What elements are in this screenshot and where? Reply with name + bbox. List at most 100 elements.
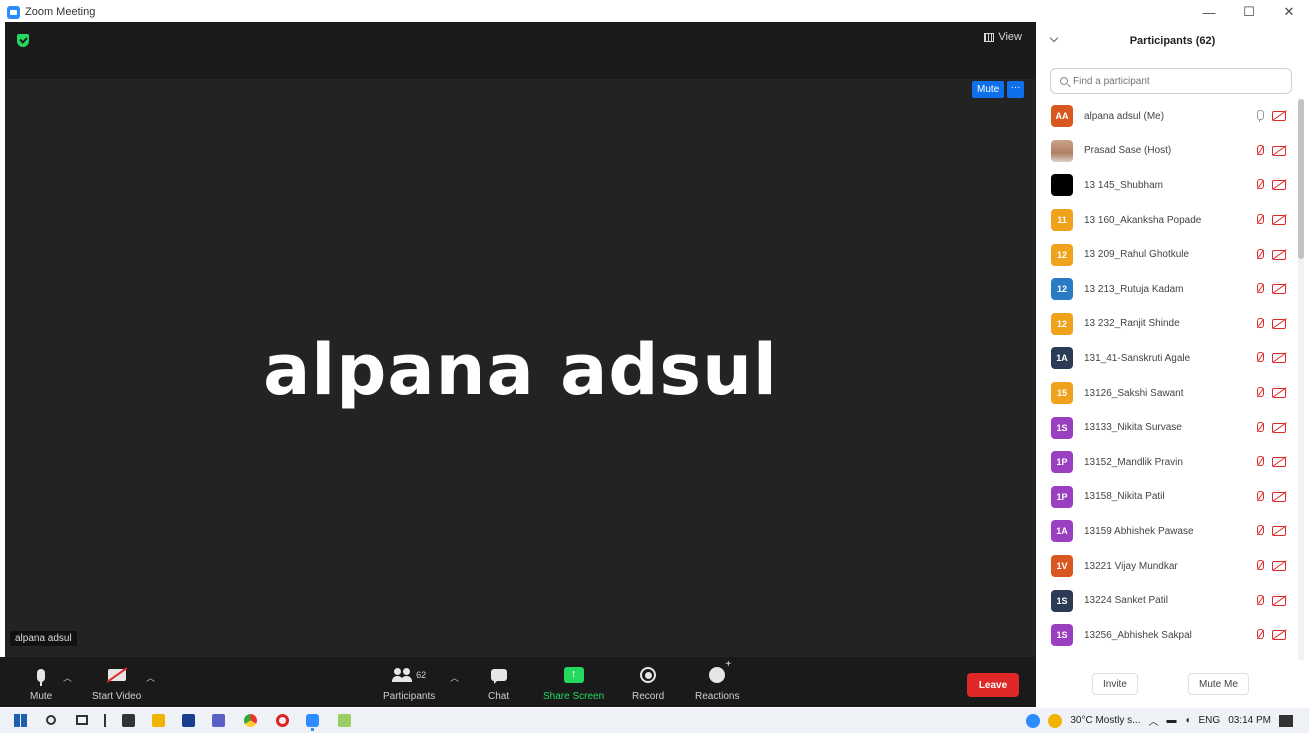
participant-row[interactable]: 12 13 213_Rutuja Kadam (1036, 272, 1298, 307)
chat-button[interactable]: Chat (488, 663, 509, 702)
weather-text[interactable]: 30°C Mostly s... (1070, 715, 1140, 726)
panel-header: Participants (62) (1036, 22, 1309, 62)
avatar (1051, 174, 1073, 197)
video-off-icon (1272, 111, 1286, 122)
mute-me-button[interactable]: Mute Me (1188, 673, 1249, 695)
participant-row[interactable]: 1A 131_41-Sanskruti Agale (1036, 341, 1298, 376)
participant-row[interactable]: 1P 13152_Mandlik Pravin (1036, 445, 1298, 480)
tray-overflow-icon[interactable]: ︿ (1148, 713, 1158, 728)
volume-icon[interactable]: ◖ (1184, 715, 1190, 726)
video-off-icon (1272, 526, 1286, 537)
microphone-muted-icon (1256, 629, 1264, 641)
view-button[interactable]: View (984, 31, 1022, 43)
participant-row[interactable]: AA alpana adsul (Me) (1036, 99, 1298, 134)
zoom-taskbar-icon[interactable] (306, 714, 319, 727)
participants-icon (392, 668, 412, 682)
zoom-app-icon (7, 5, 20, 19)
windows-start-icon[interactable] (14, 714, 27, 727)
tile-mute-button[interactable]: Mute (972, 81, 1005, 98)
shield-icon[interactable] (17, 34, 29, 47)
participant-row[interactable]: 1S 13133_Nikita Survase (1036, 410, 1298, 445)
dropbox-icon[interactable] (182, 714, 195, 727)
grid-view-icon (984, 32, 995, 42)
language-indicator[interactable]: ENG (1199, 715, 1221, 726)
video-off-icon (1272, 561, 1286, 572)
start-video-label: Start Video (92, 691, 142, 702)
maximize-button[interactable]: ☐ (1229, 0, 1269, 24)
speaker-name-tag: alpana adsul (10, 631, 77, 646)
start-video-button[interactable]: Start Video (92, 663, 141, 702)
search-icon[interactable] (46, 715, 56, 725)
video-off-icon (1272, 388, 1286, 399)
avatar: 1P (1051, 451, 1073, 474)
share-screen-icon: ↑ (563, 667, 584, 683)
clock[interactable]: 03:14 PM (1228, 715, 1271, 726)
reactions-label: Reactions (695, 691, 740, 702)
participant-list-scrollbar[interactable] (1298, 99, 1304, 660)
network-icon[interactable]: ▬ (1166, 715, 1176, 726)
file-explorer-icon[interactable] (152, 714, 165, 727)
participant-search-input[interactable] (1073, 75, 1273, 87)
video-off-icon (1272, 595, 1286, 606)
help-icon[interactable] (1026, 713, 1041, 728)
participant-row[interactable]: 1P 13158_Nikita Patil (1036, 480, 1298, 515)
participant-row[interactable]: 12 13 209_Rahul Ghotkule (1036, 237, 1298, 272)
task-view-icon[interactable] (76, 715, 88, 725)
participants-button[interactable]: 62 Participants (383, 663, 435, 702)
participants-count: 62 (416, 670, 427, 680)
participant-row[interactable]: 12 13 232_Ranjit Shinde (1036, 307, 1298, 342)
microphone-icon (1256, 110, 1264, 123)
participant-name: 13 209_Rahul Ghotkule (1084, 249, 1190, 261)
microphone-muted-icon (1256, 387, 1264, 399)
weather-icon[interactable] (1048, 713, 1063, 728)
participant-row[interactable]: 11 13 160_Akanksha Popade (1036, 203, 1298, 238)
minimize-button[interactable]: — (1189, 0, 1229, 24)
avatar: 11 (1051, 209, 1073, 232)
participants-label: Participants (383, 691, 436, 702)
search-icon (1060, 77, 1068, 85)
chrome-icon[interactable] (244, 714, 257, 727)
microphone-icon (37, 668, 46, 686)
participant-name: 13133_Nikita Survase (1084, 422, 1182, 434)
participant-name: 13221 Vijay Mundkar (1084, 560, 1178, 572)
app-icon[interactable] (338, 714, 351, 727)
scrollbar-thumb[interactable] (1298, 99, 1304, 259)
share-screen-button[interactable]: ↑ Share Screen (543, 663, 604, 702)
reactions-button[interactable]: Reactions (695, 659, 740, 702)
participant-row[interactable]: Prasad Sase (Host) (1036, 134, 1298, 169)
mute-button[interactable]: Mute (30, 663, 52, 702)
active-speaker-tile: Mute ··· alpana adsul alpana adsul (5, 79, 1036, 657)
teams-icon[interactable] (212, 714, 225, 727)
participant-name: 13 145_Shubham (1084, 179, 1163, 191)
video-off-icon (1272, 457, 1286, 468)
participant-name: 13256_Abhishek Sakpal (1084, 629, 1192, 641)
store-icon[interactable] (122, 714, 135, 727)
participant-search[interactable] (1050, 68, 1292, 94)
microphone-muted-icon (1256, 179, 1264, 191)
participant-row[interactable]: 1S 13224 Sanket Patil (1036, 583, 1298, 618)
participant-row[interactable]: 1A 13159 Abhishek Pawase (1036, 514, 1298, 549)
notification-icon[interactable] (1279, 714, 1293, 727)
avatar: 1S (1051, 624, 1073, 647)
video-options-caret-icon[interactable]: ︿ (146, 671, 155, 684)
invite-button[interactable]: Invite (1092, 673, 1138, 695)
participant-row[interactable]: 15 13126_Sakshi Sawant (1036, 376, 1298, 411)
windows-taskbar: 30°C Mostly s... ︿ ▬ ◖ ENG 03:14 PM (0, 708, 1309, 733)
participant-row[interactable]: 1V 13221 Vijay Mundkar (1036, 549, 1298, 584)
avatar (1051, 139, 1073, 162)
participant-name: 13 213_Rutuja Kadam (1084, 283, 1184, 295)
participant-row[interactable]: 13 145_Shubham (1036, 168, 1298, 203)
audio-options-caret-icon[interactable]: ︿ (63, 671, 72, 684)
record-button[interactable]: Record (632, 663, 664, 702)
tile-more-button[interactable]: ··· (1007, 81, 1024, 98)
avatar: 1V (1051, 555, 1073, 578)
opera-icon[interactable] (276, 714, 289, 727)
participant-name: 131_41-Sanskruti Agale (1084, 352, 1191, 364)
participant-row[interactable]: 1S 13256_Abhishek Sakpal (1036, 618, 1298, 653)
speaker-name: alpana adsul (263, 329, 778, 411)
close-button[interactable]: ✕ (1269, 0, 1309, 24)
participants-caret-icon[interactable]: ︿ (450, 671, 459, 684)
participant-name: alpana adsul (Me) (1084, 110, 1165, 122)
window-title: Zoom Meeting (25, 6, 96, 18)
leave-button[interactable]: Leave (967, 673, 1019, 697)
